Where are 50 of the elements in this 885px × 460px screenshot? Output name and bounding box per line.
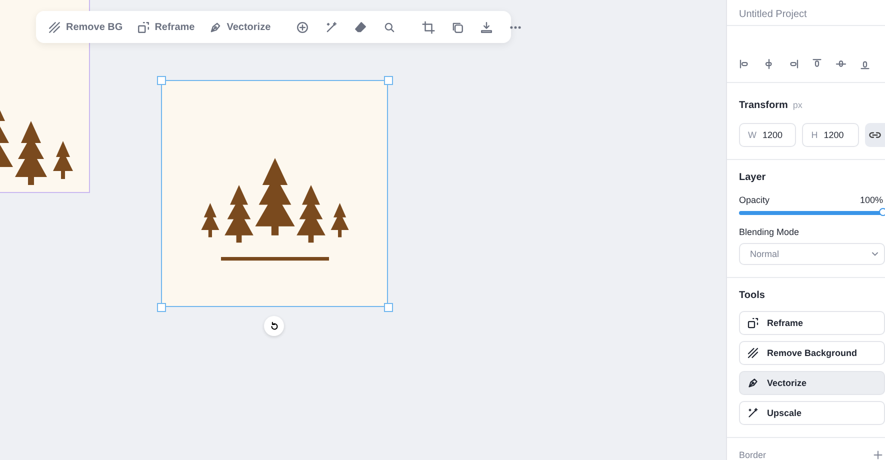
resize-handle[interactable] [157, 76, 166, 85]
zoom-in-icon [296, 20, 309, 34]
blend-mode-label: Blending Mode [739, 227, 800, 237]
rotate-button[interactable] [264, 316, 284, 336]
toolbar-action-button[interactable]: Reframe [130, 16, 201, 38]
duplicate-icon [450, 20, 464, 34]
lock-ratio-button[interactable] [865, 123, 885, 147]
pen-icon [208, 20, 222, 34]
align-center-icon [763, 58, 775, 70]
eraser-icon [354, 20, 367, 34]
sparkle-icon [747, 407, 759, 419]
opacity-slider[interactable] [739, 211, 883, 215]
resize-handle[interactable] [384, 76, 393, 85]
align-bottom-icon [859, 58, 871, 70]
reframe-icon [136, 20, 150, 34]
tool-button[interactable]: Reframe [739, 311, 885, 335]
search-icon [382, 20, 396, 34]
download-icon [480, 20, 493, 34]
stripes-icon [48, 20, 61, 34]
section-title: Tools [739, 290, 766, 301]
unit-label: px [792, 100, 802, 110]
opacity-reading: 100% [860, 195, 883, 205]
magic-wand-icon [324, 20, 338, 34]
link-icon [869, 129, 882, 141]
align-top-icon [811, 58, 823, 70]
section-title: Layer [739, 172, 767, 183]
width-field[interactable]: W 1200 [739, 123, 796, 147]
section-title: Transform [739, 100, 788, 111]
resize-handle[interactable] [384, 303, 393, 312]
toolbar-action-button[interactable]: Remove BG [42, 16, 129, 38]
align-middle-icon [835, 58, 847, 70]
rotate-icon [268, 320, 280, 332]
plus-icon [873, 450, 883, 460]
project-title: Untitled Project [739, 9, 807, 20]
tool-button[interactable]: Vectorize [739, 371, 885, 395]
tool-button[interactable]: Upscale [739, 401, 885, 425]
height-field[interactable]: H 1200 [802, 123, 860, 147]
selected-image[interactable] [161, 80, 388, 307]
stripes-icon [747, 347, 759, 359]
opacity-label: Opacity [739, 195, 770, 205]
section-title: Border [739, 450, 766, 460]
tool-button[interactable]: Remove Background [739, 341, 885, 365]
align-right-icon [787, 58, 799, 70]
crop-icon [422, 20, 435, 34]
toolbar-action-button[interactable]: Vectorize [202, 16, 277, 38]
reframe-icon [747, 317, 759, 329]
resize-handle[interactable] [157, 303, 166, 312]
blend-mode-dropdown[interactable]: Normal [739, 243, 885, 265]
pen-icon [747, 377, 759, 389]
align-left-icon [739, 58, 751, 70]
